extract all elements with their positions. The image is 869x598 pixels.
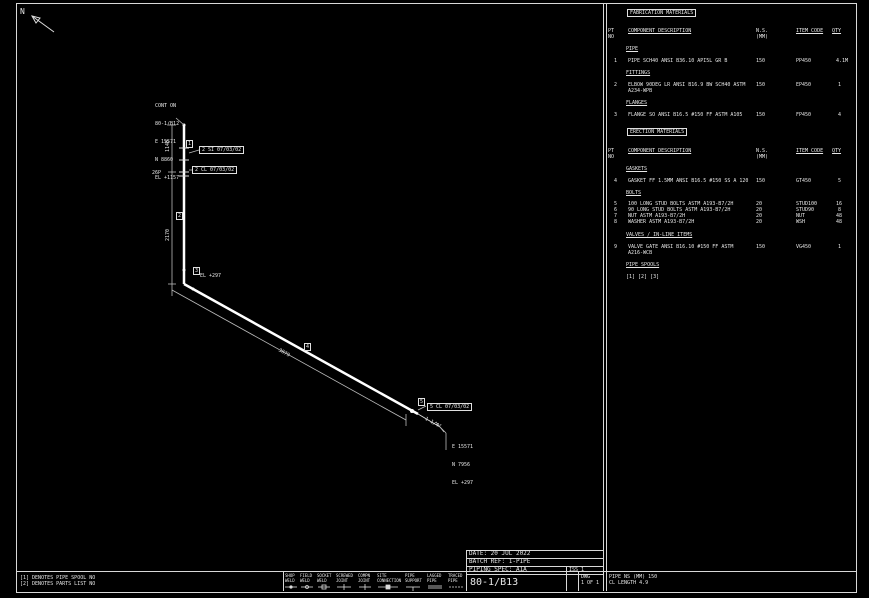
- bom-code: PP450: [796, 58, 812, 64]
- cl-length: CL LENGTH 4.9: [609, 580, 649, 586]
- cont-on-label: CONT ON: [155, 103, 177, 109]
- bom-desc: WASHER ASTM A193-B7/2H: [628, 219, 695, 225]
- bom-qty: 1: [838, 244, 842, 250]
- isometric-piping-view: [168, 117, 447, 450]
- bom-ns: 150: [756, 178, 766, 184]
- date-field: DATE: 20 JUL 2022: [469, 550, 531, 557]
- end-connection-labels: E 15571 N 7956 EL +297: [452, 432, 473, 492]
- bom-desc: ELBOW 90DEG LR ANSI B16.9 BW SCH40 ASTM …: [628, 82, 746, 94]
- pipe-horizontal: [183, 282, 419, 416]
- top-northing: N 8860: [155, 157, 174, 163]
- bom-ns: 150: [756, 112, 766, 118]
- legend-item: FIELD WELD: [300, 573, 313, 583]
- group-gaskets: GASKETS: [626, 166, 648, 172]
- flag-2: 2 CL 07/03/02: [192, 166, 238, 174]
- end-easting: E 15571: [452, 444, 474, 450]
- drawing-number: 80-1/B13: [470, 577, 519, 588]
- dwg-box: DWG 1 OF 1: [578, 572, 604, 591]
- bom-qty: 1: [838, 82, 842, 88]
- spec-field: PIPING SPEC: A1A: [469, 566, 527, 573]
- erect-col-desc: COMPONENT DESCRIPTION: [628, 148, 692, 154]
- group-bolts: BOLTS: [626, 190, 642, 196]
- bom-pt: 3: [614, 112, 618, 118]
- bom-desc: PIPE SCH40 ANSI B36.10 API5L GR B: [628, 58, 728, 64]
- erect-col-ns: N.S. (MM): [756, 148, 769, 160]
- erect-col-pt: PT NO: [608, 148, 615, 160]
- group-fittings: FITTINGS: [626, 70, 651, 76]
- dim-vertical-1: 1140: [165, 139, 172, 153]
- marker-1: 1: [186, 140, 194, 148]
- bom-ns: 20: [756, 219, 763, 225]
- legend-item: COMPN JOINT: [358, 573, 371, 583]
- dim-vertical-2: 2170: [165, 228, 172, 242]
- bom-panel: FABRICATION MATERIALS PT NO COMPONENT DES…: [606, 4, 855, 571]
- iso-bom-divider: [603, 3, 604, 591]
- bom-pt: 1: [614, 58, 618, 64]
- dwg-value: 1 OF 1: [581, 580, 600, 586]
- group-flanges: FLANGES: [626, 100, 648, 106]
- bom-ns: 150: [756, 58, 766, 64]
- fab-col-qty: QTY: [832, 28, 842, 34]
- legend-item: SCREWED JOINT: [336, 573, 353, 583]
- fab-col-desc: COMPONENT DESCRIPTION: [628, 28, 692, 34]
- bom-qty: 5: [838, 178, 842, 184]
- bom-code: WSH: [796, 219, 806, 225]
- bom-pt: 4: [614, 178, 618, 184]
- marker-3: 3: [193, 267, 201, 275]
- batch-field: BATCH REF: 1-PIPE: [469, 558, 531, 565]
- marker-5: 5: [418, 398, 426, 406]
- legend-item: SOCKET WELD: [317, 573, 332, 583]
- bom-code: EP450: [796, 82, 812, 88]
- bom-ns: 150: [756, 82, 766, 88]
- legend-item: TRACED PIPE: [448, 573, 463, 583]
- bom-code: VG450: [796, 244, 812, 250]
- legend-item: SHOP WELD: [285, 573, 295, 583]
- bom-qty: 48: [836, 219, 843, 225]
- erect-col-qty: QTY: [832, 148, 842, 154]
- group-pipe: PIPE: [626, 46, 639, 52]
- note-2: [2] DENOTES PARTS LIST NO: [20, 581, 96, 587]
- bom-code: GT450: [796, 178, 812, 184]
- bom-desc: VALVE GATE ANSI B16.10 #150 FF ASTM A216…: [628, 244, 734, 256]
- group-valves: VALVES / IN-LINE ITEMS: [626, 232, 693, 238]
- fab-col-ns: N.S. (MM): [756, 28, 769, 40]
- bom-desc: GASKET FF 1.5MM ANSI B16.5 #150 SS A 120: [628, 178, 749, 184]
- end-elevation: EL +297: [452, 480, 474, 486]
- fab-col-pt: PT NO: [608, 28, 615, 40]
- flag-1: 2 SI 07/03/02: [199, 146, 245, 154]
- marker-2: 2: [176, 212, 184, 220]
- label-26p: 26P: [152, 170, 162, 176]
- marker-4: 4: [304, 343, 312, 351]
- legend-symbols: [285, 584, 463, 591]
- erect-title: ERECTION MATERIALS: [627, 128, 688, 136]
- erect-col-code: ITEM CODE: [796, 148, 824, 154]
- symbol-legend: SHOP WELD FIELD WELD SOCKET WELD SCREWED JOI…: [283, 572, 466, 591]
- fab-title: FABRICATION MATERIALS: [627, 9, 697, 17]
- cont-line-label: 80-1/B12: [155, 121, 180, 127]
- bom-pt: 8: [614, 219, 618, 225]
- flag-3: 5 CL 07/03/02: [427, 403, 473, 411]
- bom-desc: FLANGE SO ANSI B16.5 #150 FF ASTM A105: [628, 112, 743, 118]
- end-northing: N 7956: [452, 462, 471, 468]
- pipe-spools-title: PIPE SPOOLS: [626, 262, 660, 268]
- legend-item: LAGGED PIPE: [427, 573, 442, 583]
- legend-item: SITE CONNECTION: [377, 573, 402, 583]
- pipe-spools-list: [1] [2] [3]: [626, 274, 660, 280]
- bend-elevation: EL +297: [200, 273, 222, 279]
- bom-qty: 4: [838, 112, 842, 118]
- bom-qty: 4.1M: [836, 58, 849, 64]
- fab-col-code: ITEM CODE: [796, 28, 824, 34]
- bom-pt: 2: [614, 82, 618, 88]
- drawing-canvas: { "north": "N", "iso": { "top_labels": […: [0, 0, 869, 598]
- bom-pt: 9: [614, 244, 618, 250]
- bom-ns: 150: [756, 244, 766, 250]
- legend-item: PIPE SUPPORT: [405, 573, 422, 583]
- bom-code: FP450: [796, 112, 812, 118]
